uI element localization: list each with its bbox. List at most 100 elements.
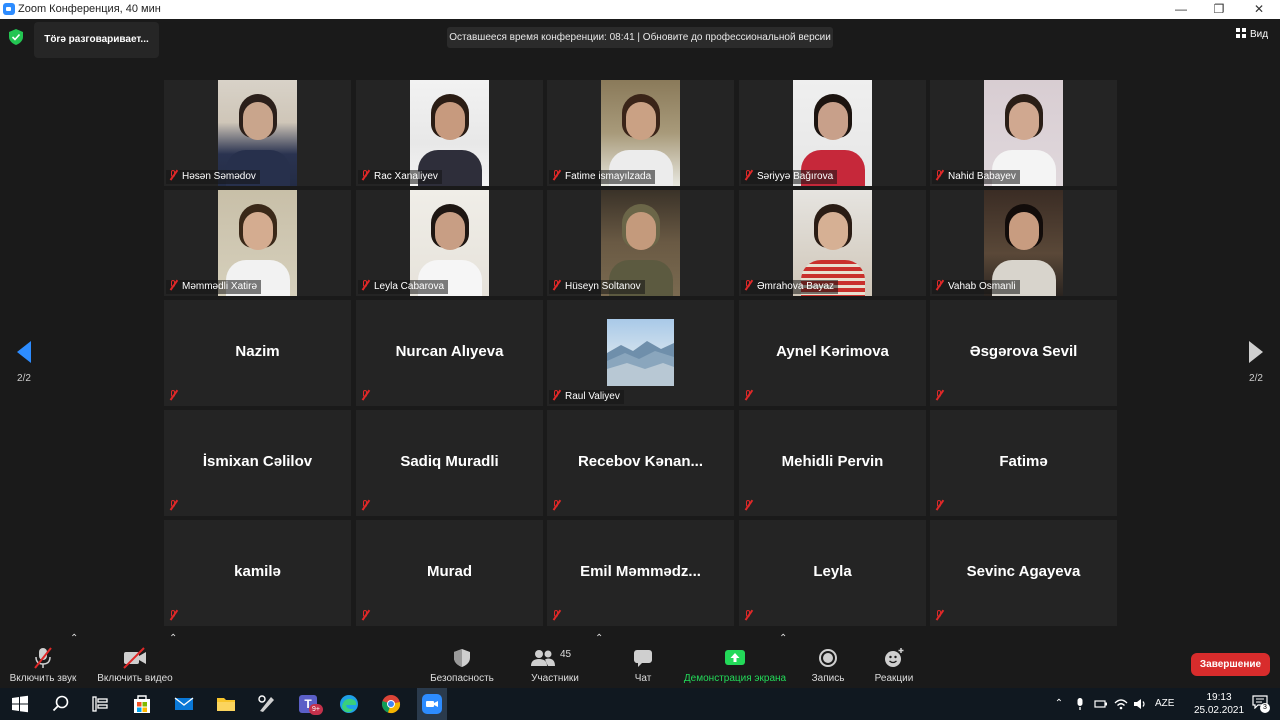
participant-name-label xyxy=(932,610,952,624)
participant-display-name: Əsgərova Sevil xyxy=(969,343,1078,360)
view-button[interactable]: Вид xyxy=(1236,27,1268,43)
participant-name-label: Səriyyə Bağırova xyxy=(741,170,838,184)
participant-tile[interactable]: Nazim xyxy=(164,300,351,406)
mic-muted-icon xyxy=(361,170,370,180)
participant-name: Həsən Səmədov xyxy=(182,171,256,182)
participant-tile[interactable]: Recebov Kənan... xyxy=(547,410,734,516)
mic-muted-icon xyxy=(169,280,178,290)
file-explorer-icon[interactable] xyxy=(215,693,237,715)
participant-tile[interactable]: Hüseyn Soltanov xyxy=(547,190,734,296)
meeting-toolbar: Включить звук ⌃ Включить видео ⌃ Безопас… xyxy=(0,633,1280,688)
teams-badge: 9+ xyxy=(309,704,323,715)
participant-name-label xyxy=(549,610,569,624)
windows-start-icon[interactable] xyxy=(9,693,31,715)
video-off-icon xyxy=(123,647,147,669)
participant-tile[interactable]: Leyla Cabarova xyxy=(356,190,543,296)
participant-tile[interactable]: Fatimə xyxy=(930,410,1117,516)
start-video-button[interactable]: Включить видео xyxy=(92,633,178,688)
action-center-button[interactable]: 3 xyxy=(1252,695,1272,713)
participant-tile[interactable]: Leyla xyxy=(739,520,926,626)
wifi-icon[interactable] xyxy=(1114,697,1128,711)
meeting-time-banner[interactable]: Оставшееся время конференции: 08:41 | Об… xyxy=(447,27,833,48)
encryption-shield-icon[interactable] xyxy=(9,29,23,45)
participant-tile[interactable]: İsmixan Cəlilov xyxy=(164,410,351,516)
minimize-button[interactable]: — xyxy=(1161,0,1201,19)
search-icon[interactable] xyxy=(50,693,72,715)
participant-display-name: Nazim xyxy=(235,343,280,360)
participant-tile[interactable]: Əmrahova Bayaz xyxy=(739,190,926,296)
task-view-icon[interactable] xyxy=(89,693,111,715)
participant-name-label xyxy=(358,610,378,624)
participant-tile[interactable]: Həsən Səmədov xyxy=(164,80,351,186)
start-video-label: Включить видео xyxy=(97,673,173,684)
participant-tile[interactable]: Rac Xanaliyev xyxy=(356,80,543,186)
participant-name-label: Fatime ismayılzada xyxy=(549,170,656,184)
participant-tile[interactable]: kamilə xyxy=(164,520,351,626)
clock[interactable]: 19:13 25.02.2021 xyxy=(1190,691,1248,717)
participants-icon: 45 xyxy=(530,647,580,669)
participant-tile[interactable]: Raul Valiyev xyxy=(547,300,734,406)
participant-tile[interactable]: Murad xyxy=(356,520,543,626)
end-meeting-button[interactable]: Завершение xyxy=(1191,653,1270,676)
zoom-taskbar-button[interactable] xyxy=(417,688,447,720)
participant-name-label xyxy=(166,500,186,514)
next-page-button[interactable]: 2/2 xyxy=(1246,341,1266,384)
reactions-button[interactable]: Реакции xyxy=(869,633,919,688)
zoom-app-icon xyxy=(422,694,442,714)
edge-icon[interactable] xyxy=(338,693,360,715)
participants-label: Участники xyxy=(531,673,579,684)
audio-options-caret[interactable]: ⌃ xyxy=(70,633,78,644)
mic-muted-icon xyxy=(169,170,178,180)
share-options-caret[interactable]: ⌃ xyxy=(779,633,787,644)
mail-icon[interactable] xyxy=(173,693,195,715)
mic-muted-icon xyxy=(744,610,753,620)
participant-display-name: Mehidli Pervin xyxy=(781,453,884,470)
chrome-icon[interactable] xyxy=(380,693,402,715)
participant-tile[interactable]: Məmmədli Xatirə xyxy=(164,190,351,296)
mic-muted-icon xyxy=(935,390,944,400)
maximize-button[interactable]: ❐ xyxy=(1199,0,1239,19)
snipping-tool-icon[interactable] xyxy=(256,693,278,715)
participants-options-caret[interactable]: ⌃ xyxy=(595,633,603,644)
participant-tile[interactable]: Emil Məmmədz... xyxy=(547,520,734,626)
participant-name-label xyxy=(358,390,378,404)
battery-icon[interactable] xyxy=(1094,697,1108,711)
share-screen-button[interactable]: Демонстрация экрана xyxy=(680,633,790,688)
mic-muted-icon xyxy=(744,170,753,180)
participant-tile[interactable]: Əsgərova Sevil xyxy=(930,300,1117,406)
previous-page-button[interactable]: 2/2 xyxy=(14,341,34,384)
participant-tile[interactable]: Nahid Babayev xyxy=(930,80,1117,186)
participant-name-label xyxy=(166,610,186,624)
chat-button[interactable]: Чат xyxy=(626,633,660,688)
participant-tile[interactable]: Səriyyə Bağırova xyxy=(739,80,926,186)
participant-tile[interactable]: Nurcan Alıyeva xyxy=(356,300,543,406)
participant-name-label: Vahab Osmanli xyxy=(932,280,1020,294)
show-hidden-icons[interactable]: ⌃ xyxy=(1052,697,1066,711)
participant-tile[interactable]: Aynel Kərimova xyxy=(739,300,926,406)
participant-tile[interactable]: Mehidli Pervin xyxy=(739,410,926,516)
clock-time: 19:13 xyxy=(1206,692,1232,703)
mic-muted-icon xyxy=(744,280,753,290)
view-label: Вид xyxy=(1250,29,1269,40)
participant-tile[interactable]: Vahab Osmanli xyxy=(930,190,1117,296)
mic-muted-icon xyxy=(935,610,944,620)
participant-tile[interactable]: Sadiq Muradli xyxy=(356,410,543,516)
store-icon[interactable] xyxy=(131,693,153,715)
participant-name-label: Nahid Babayev xyxy=(932,170,1020,184)
participant-display-name: Aynel Kərimova xyxy=(776,343,889,360)
participants-button[interactable]: 45 Участники xyxy=(525,633,585,688)
mic-muted-icon xyxy=(744,390,753,400)
record-button[interactable]: Запись xyxy=(806,633,850,688)
teams-icon[interactable]: T 9+ xyxy=(299,693,323,715)
volume-icon[interactable] xyxy=(1133,697,1147,711)
security-button[interactable]: Безопасность xyxy=(426,633,498,688)
close-button[interactable]: ✕ xyxy=(1239,0,1279,19)
video-options-caret[interactable]: ⌃ xyxy=(169,633,177,644)
unmute-label: Включить звук xyxy=(9,673,77,684)
microphone-icon[interactable] xyxy=(1073,697,1087,711)
language-indicator[interactable]: AZE xyxy=(1155,698,1174,709)
participant-tile[interactable]: Fatime ismayılzada xyxy=(547,80,734,186)
participant-name: Raul Valiyev xyxy=(565,391,620,402)
participant-tile[interactable]: Sevinc Agayeva xyxy=(930,520,1117,626)
mic-muted-icon xyxy=(552,280,561,290)
